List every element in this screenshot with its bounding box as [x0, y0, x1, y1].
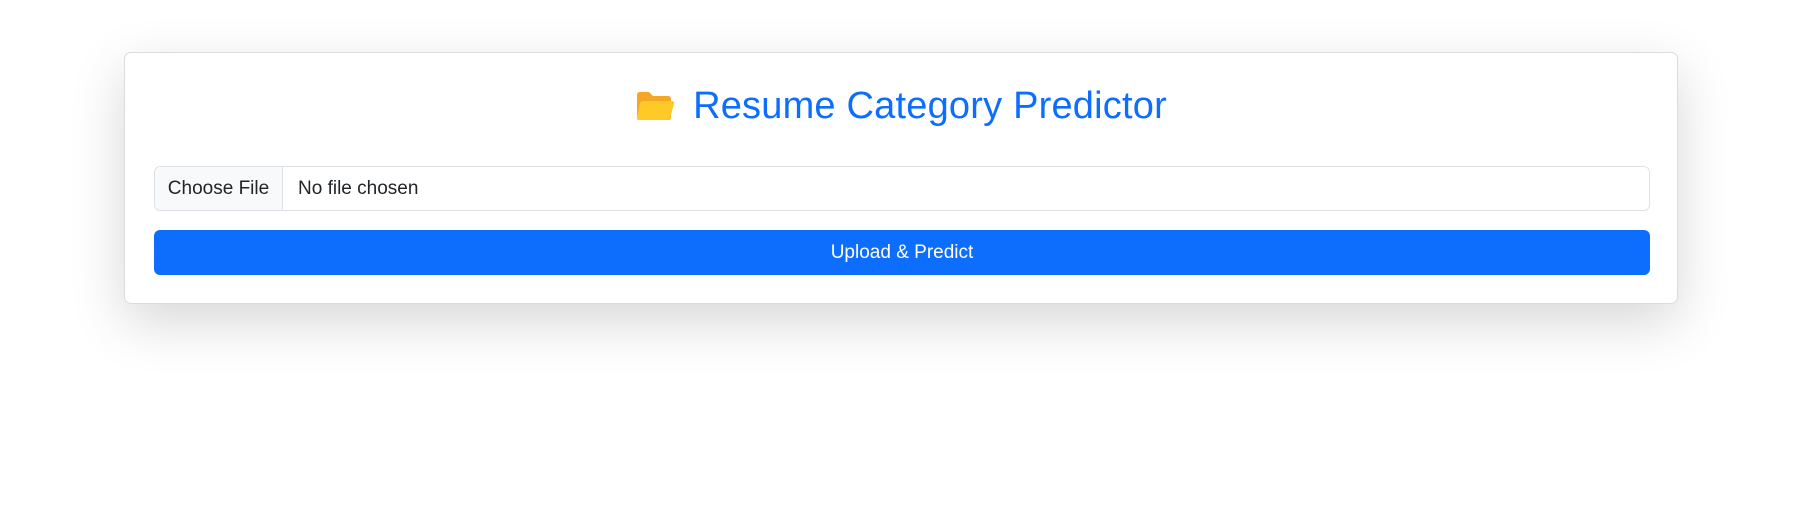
- predictor-card: Resume Category Predictor Choose File No…: [124, 52, 1678, 304]
- page-title: Resume Category Predictor: [693, 84, 1167, 127]
- choose-file-button[interactable]: Choose File: [155, 167, 283, 210]
- upload-predict-button[interactable]: Upload & Predict: [154, 230, 1650, 275]
- page-header: Resume Category Predictor: [125, 81, 1677, 131]
- file-status-text: No file chosen: [298, 177, 419, 199]
- page: Resume Category Predictor Choose File No…: [0, 0, 1799, 524]
- resume-file-input[interactable]: Choose File No file chosen: [154, 166, 1650, 211]
- open-folder-icon: [635, 89, 675, 123]
